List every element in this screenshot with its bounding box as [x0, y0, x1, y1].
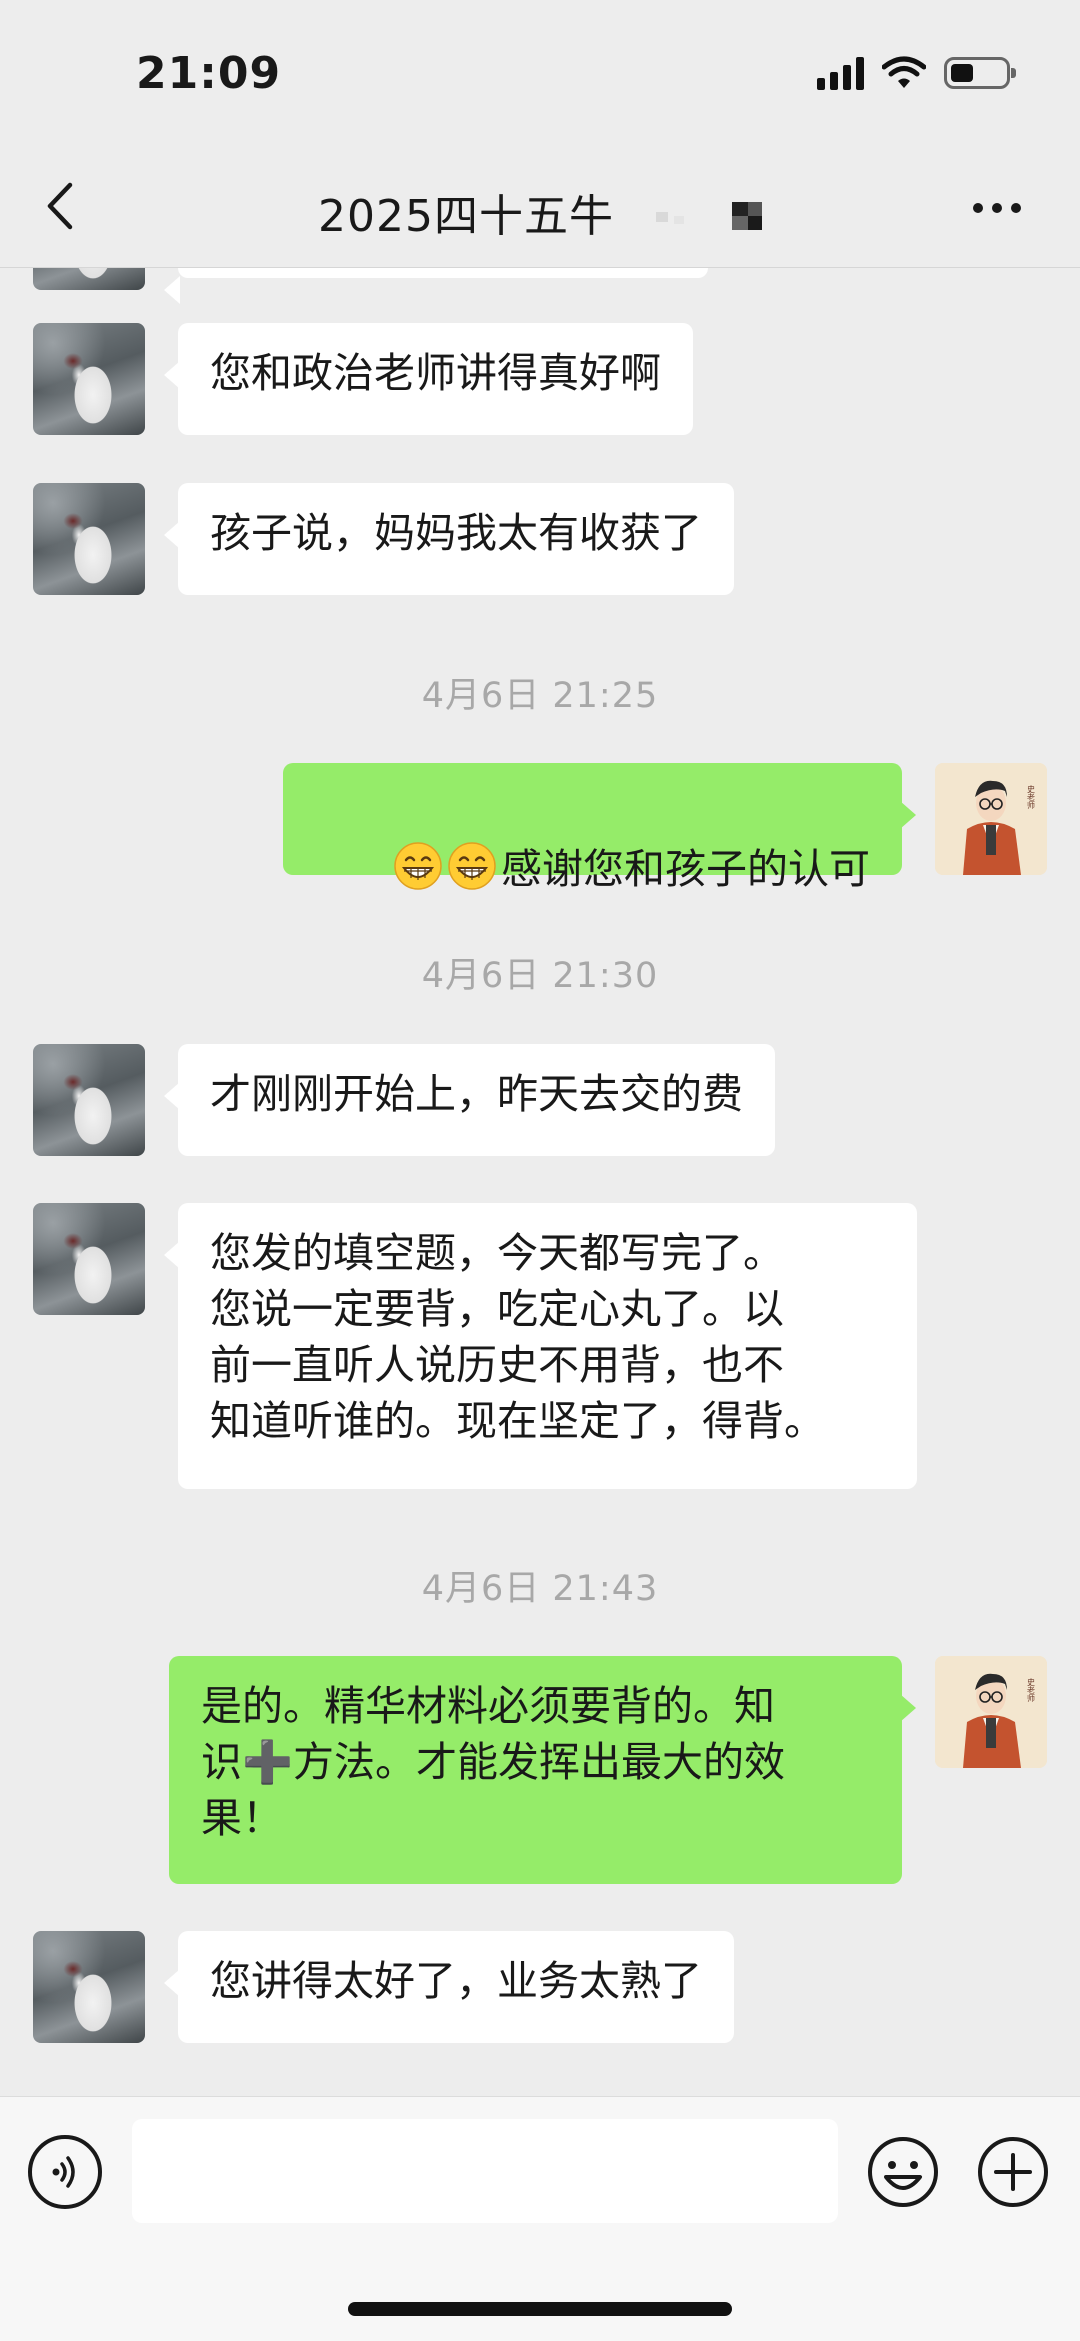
status-bar: 21:09 — [0, 0, 1080, 150]
message-bubble[interactable]: 才刚刚开始上，昨天去交的费 — [164, 1044, 775, 1156]
teacher-portrait-icon: 史老师 — [935, 1656, 1047, 1768]
voice-icon — [52, 2156, 75, 2188]
swan-avatar[interactable] — [33, 323, 145, 435]
more-dot — [973, 203, 983, 213]
message-bubble-outgoing[interactable]: 感谢您和孩子的认可 — [282, 763, 917, 893]
message-bubble-outgoing[interactable]: 是的。精华材料必须要背的。知 识➕方法。才能发挥出最大的效 果！ — [169, 1656, 916, 1884]
chevron-left-icon — [47, 182, 73, 230]
timestamp: 4月6日 21:25 — [421, 676, 659, 716]
chat-title[interactable]: 2025四十五牛 — [318, 180, 614, 244]
redacted-mosaic — [656, 202, 762, 230]
plus-circle-icon[interactable] — [976, 2135, 1050, 2209]
message-bubble[interactable]: 您和政治老师讲得真好啊 — [164, 323, 693, 435]
message-input[interactable] — [132, 2119, 838, 2223]
status-time: 21:09 — [136, 48, 282, 99]
nav-bar: 2025四十五牛 — [0, 150, 1080, 268]
swan-avatar[interactable] — [33, 483, 145, 595]
timestamp: 4月6日 21:30 — [421, 956, 659, 996]
teacher-portrait-icon: 史老师 — [935, 763, 1047, 875]
grinning-face-icon — [394, 842, 442, 890]
swan-avatar[interactable] — [33, 1931, 145, 2043]
battery-icon — [944, 57, 1016, 89]
home-indicator[interactable] — [348, 2302, 732, 2316]
teacher-avatar[interactable]: 史老师 — [935, 763, 1047, 875]
wifi-icon — [882, 56, 926, 88]
message-bubble[interactable]: 孩子说，妈妈我太有收获了 — [164, 483, 734, 595]
avatar-label: 史老师 — [1027, 784, 1036, 810]
teacher-avatar[interactable]: 史老师 — [935, 1656, 1047, 1768]
emoji-face-icon[interactable] — [866, 2135, 940, 2209]
message-bubble[interactable]: 您讲得太好了，业务太熟了 — [164, 1931, 734, 2043]
swan-avatar[interactable] — [33, 1203, 145, 1315]
message-text: 感谢您和孩子的认可 — [501, 845, 870, 893]
swan-avatar[interactable] — [33, 268, 145, 290]
back-button[interactable] — [30, 176, 90, 236]
more-dot — [1011, 203, 1021, 213]
timestamp: 4月6日 21:43 — [421, 1569, 659, 1609]
signal-icon — [817, 56, 864, 90]
status-icons — [817, 56, 1016, 90]
voice-button[interactable] — [28, 2135, 102, 2209]
avatar-label: 史老师 — [1027, 1677, 1036, 1703]
more-button[interactable] — [962, 180, 1032, 236]
message-bubble[interactable]: 您发的填空题，今天都写完了。 您说一定要背，吃定心丸了。以 前一直听人说历史不用… — [164, 1203, 917, 1489]
message-bubble-partial — [164, 268, 708, 304]
swan-avatar[interactable] — [33, 1044, 145, 1156]
grinning-face-icon — [448, 842, 496, 890]
more-dot — [992, 203, 1002, 213]
chat-area[interactable]: 您和政治老师讲得真好啊 孩子说，妈妈我太有收获了 4月6日 21:25 史老师 — [0, 268, 1080, 2096]
